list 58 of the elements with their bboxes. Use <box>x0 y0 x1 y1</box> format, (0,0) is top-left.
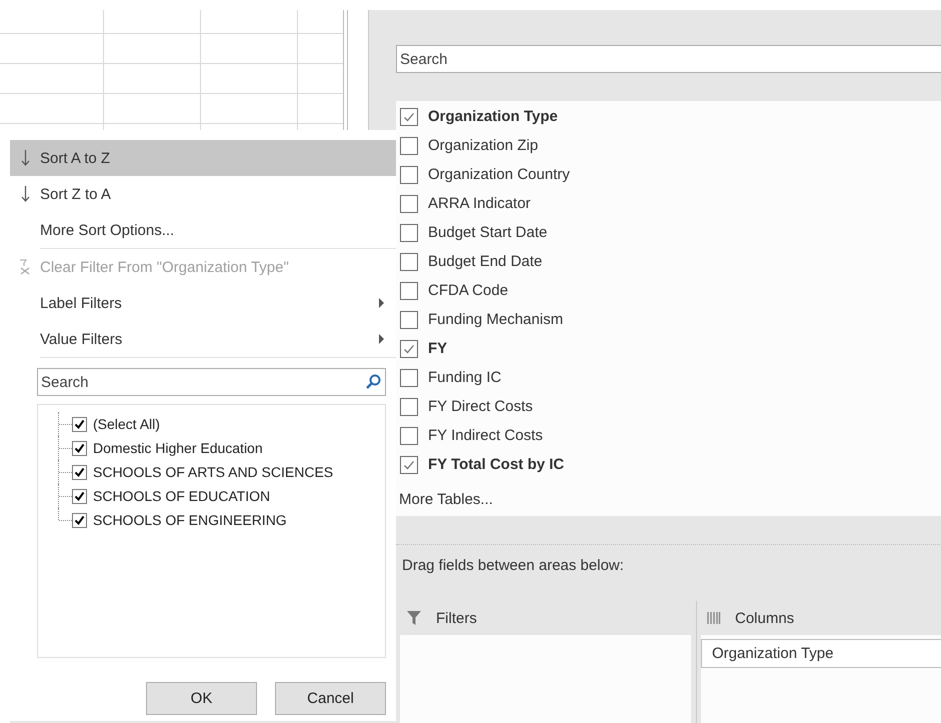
field-label: FY Direct Costs <box>428 398 533 415</box>
field-label: Organization Type <box>428 108 558 125</box>
value-label: SCHOOLS OF ARTS AND SCIENCES <box>93 464 334 480</box>
checkbox[interactable] <box>400 456 418 474</box>
value-label: SCHOOLS OF ENGINEERING <box>93 512 287 528</box>
menu-item[interactable]: More Sort Options... <box>10 212 396 248</box>
checkbox[interactable] <box>400 398 418 416</box>
checkbox[interactable] <box>400 224 418 242</box>
field-label: FY Indirect Costs <box>428 427 543 444</box>
menu-item[interactable]: Value Filters <box>10 321 396 357</box>
field-label: CFDA Code <box>428 282 508 299</box>
checkbox[interactable] <box>400 426 418 444</box>
field-chip[interactable]: Organization Type <box>701 639 941 668</box>
checkbox[interactable] <box>400 368 418 386</box>
areas-hint: Drag fields between areas below: <box>402 557 625 574</box>
field-label: Budget Start Date <box>428 224 548 241</box>
field-label: FY Total Cost by IC <box>428 456 564 473</box>
field-label: Budget End Date <box>428 253 542 270</box>
dialog-button[interactable]: OK <box>146 682 257 715</box>
down-arrow-icon <box>20 149 30 167</box>
field-label: ARRA Indicator <box>428 195 531 212</box>
checkbox[interactable] <box>400 136 418 154</box>
area-title: Columns <box>735 610 794 626</box>
search-field[interactable]: Search <box>37 368 386 396</box>
dialog-button[interactable]: Cancel <box>275 682 386 715</box>
funnel-icon <box>406 610 422 626</box>
field-label: Funding Mechanism <box>428 311 564 328</box>
checkbox[interactable] <box>72 488 87 504</box>
value-label: Domestic Higher Education <box>93 440 263 456</box>
checkbox[interactable] <box>400 340 418 358</box>
field-label: Organization Country <box>428 166 570 183</box>
checkbox[interactable] <box>400 166 418 184</box>
checkbox[interactable] <box>400 282 418 300</box>
area-title: Filters <box>436 610 477 626</box>
down-arrow-icon <box>20 185 30 203</box>
checkbox[interactable] <box>72 416 87 432</box>
clear-filter-icon <box>19 259 31 275</box>
field-label: Organization Zip <box>428 137 538 154</box>
menu-item[interactable]: Sort Z to A <box>10 176 396 212</box>
search-field[interactable]: Search <box>396 45 941 73</box>
menu-item[interactable]: Label Filters <box>10 285 396 321</box>
checkbox[interactable] <box>400 252 418 270</box>
search-icon <box>365 374 381 390</box>
checkbox[interactable] <box>72 512 87 528</box>
submenu-arrow-icon <box>379 334 384 344</box>
checkbox[interactable] <box>400 194 418 212</box>
value-label: (Select All) <box>93 416 160 432</box>
value-label: SCHOOLS OF EDUCATION <box>93 488 270 504</box>
columns-icon <box>707 611 721 625</box>
menu-item[interactable]: Sort A to Z <box>10 140 396 176</box>
field-label: Funding IC <box>428 369 502 386</box>
checkbox[interactable] <box>400 310 418 328</box>
field-label: FY <box>428 340 448 357</box>
checkbox[interactable] <box>72 464 87 480</box>
checkbox[interactable] <box>72 440 87 456</box>
submenu-arrow-icon <box>379 298 384 308</box>
more-tables-link[interactable]: More Tables... <box>399 491 493 508</box>
checkbox[interactable] <box>400 108 418 126</box>
